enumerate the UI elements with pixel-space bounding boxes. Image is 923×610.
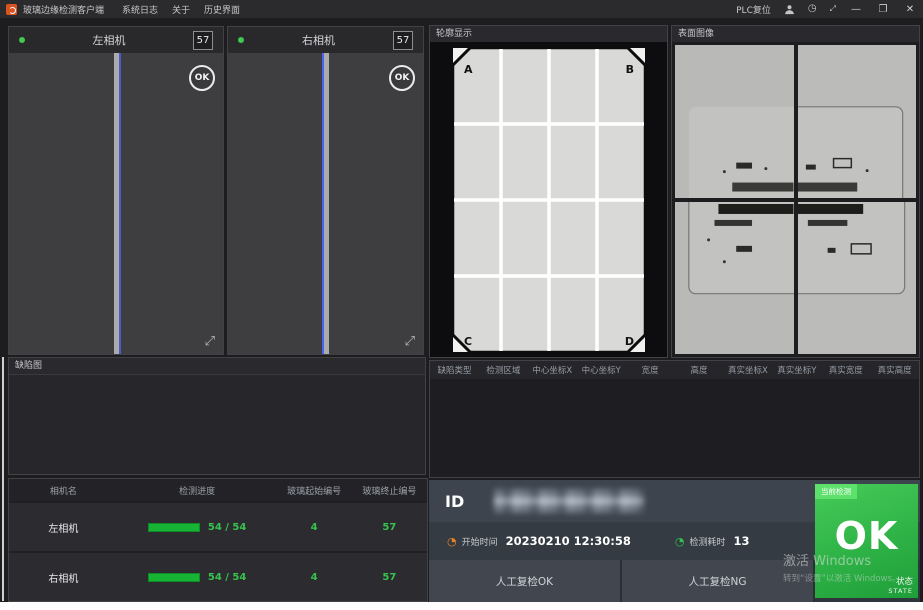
contour-panel: 轮廓显示: [429, 25, 668, 358]
camera-name-cell: 右相机: [9, 570, 118, 585]
surface-panel-title: 表面图像: [672, 26, 919, 42]
surface-panel: 表面图像: [671, 25, 920, 358]
left-camera-image[interactable]: OK ⤢: [9, 53, 223, 354]
camera-name: 左相机: [25, 32, 193, 48]
surface-image-bottom-right[interactable]: [798, 202, 917, 355]
progress-table-panel: 相机名 检测进度 玻璃起始编号 玻璃终止编号 左相机 54 / 54 4 57 …: [8, 478, 428, 602]
user-icon[interactable]: [784, 4, 795, 15]
start-time-label: 开始时间: [462, 535, 498, 548]
progress-bar: [148, 523, 200, 532]
state-label: 状态 STATE: [888, 578, 913, 595]
elapsed-value: 13: [733, 534, 749, 548]
col-progress: 检测进度: [118, 484, 277, 497]
elapsed-clock-icon: ◔: [675, 535, 685, 548]
col-detect-area: 检测区域: [479, 364, 528, 376]
minimize-button[interactable]: —: [849, 4, 863, 15]
defect-image-list[interactable]: [9, 374, 425, 474]
camera-name: 右相机: [244, 32, 393, 48]
col-glass-start: 玻璃起始编号: [277, 484, 352, 497]
defect-image-title: 缺陷图: [9, 358, 425, 374]
manual-recheck-ng-button[interactable]: 人工复检NG: [622, 560, 815, 602]
camera-count: 57: [193, 31, 213, 50]
current-inspection-badge: 当前检测: [815, 484, 857, 499]
clock-icon[interactable]: ◷: [808, 4, 817, 14]
desktop-background-strip: [0, 602, 923, 610]
manual-recheck-ok-button[interactable]: 人工复检OK: [429, 560, 622, 602]
corner-label-c: C: [464, 335, 472, 348]
col-center-x: 中心坐标X: [528, 364, 577, 376]
menu-about[interactable]: 关于: [172, 3, 190, 16]
glass-end-cell: 57: [352, 572, 427, 583]
defect-table-body[interactable]: [430, 379, 919, 477]
defect-table-panel: 缺陷类型 检测区域 中心坐标X 中心坐标Y 宽度 高度 真实坐标X 真实坐标Y …: [429, 360, 920, 478]
corner-label-a: A: [464, 63, 473, 76]
surface-image-top-left[interactable]: [675, 45, 794, 198]
progress-value: 54 / 54: [208, 572, 246, 583]
col-real-width: 真实宽度: [821, 364, 870, 376]
camera-count: 57: [393, 31, 413, 50]
glass-start-cell: 4: [277, 572, 352, 583]
camera-name-cell: 左相机: [9, 520, 118, 535]
title-bar: 玻璃边缘检测客户端 系统日志 关于 历史界面 PLC复位 ◷ ⤢ — ❐ ✕: [0, 0, 923, 18]
contour-display: A B C D: [430, 42, 667, 357]
right-camera-header: 右相机 57: [228, 27, 423, 53]
surface-image-bottom-left[interactable]: [675, 202, 794, 355]
table-row: 左相机 54 / 54 4 57: [9, 503, 427, 551]
right-camera-panel: 右相机 57 OK ⤢: [227, 26, 424, 355]
col-width: 宽度: [626, 364, 675, 376]
right-camera-image[interactable]: OK ⤢: [228, 53, 423, 354]
left-camera-header: 左相机 57: [9, 27, 223, 53]
menu-system-log[interactable]: 系统日志: [122, 3, 158, 16]
app-window: 玻璃边缘检测客户端 系统日志 关于 历史界面 PLC复位 ◷ ⤢ — ❐ ✕ 左…: [0, 0, 923, 602]
elapsed-label: 检测耗时: [689, 535, 725, 548]
camera-result-badge: OK: [389, 65, 415, 91]
id-label: ID: [445, 492, 464, 511]
result-ok-text: OK: [815, 514, 918, 558]
close-button[interactable]: ✕: [903, 4, 917, 15]
plc-reset-label[interactable]: PLC复位: [736, 3, 771, 16]
col-real-x: 真实坐标X: [723, 364, 772, 376]
start-time-value: 20230210 12:30:58: [506, 534, 631, 548]
col-real-y: 真实坐标Y: [772, 364, 821, 376]
col-center-y: 中心坐标Y: [577, 364, 626, 376]
defect-table-header: 缺陷类型 检测区域 中心坐标X 中心坐标Y 宽度 高度 真实坐标X 真实坐标Y …: [430, 361, 919, 379]
left-camera-panel: 左相机 57 OK ⤢: [8, 26, 224, 355]
corner-label-d: D: [624, 335, 633, 348]
col-height: 高度: [675, 364, 724, 376]
glass-edge-strip: [114, 53, 119, 354]
col-defect-type: 缺陷类型: [430, 364, 479, 376]
progress-table-header: 相机名 检测进度 玻璃起始编号 玻璃终止编号: [9, 479, 427, 501]
defect-image-panel: 缺陷图: [8, 357, 426, 475]
glass-contour-graphic: A B C D: [450, 45, 648, 355]
result-panel: ID ◔ 开始时间 20230210 12:30:58 ◔ 检测耗时 13 人工…: [429, 480, 920, 602]
state-label-en: STATE: [888, 588, 913, 595]
glass-end-cell: 57: [352, 522, 427, 533]
app-title: 玻璃边缘检测客户端: [23, 3, 104, 16]
inspection-result-panel: 当前检测 OK 状态 STATE: [815, 484, 918, 598]
contour-panel-title: 轮廓显示: [430, 26, 667, 42]
table-row: 右相机 54 / 54 4 57: [9, 553, 427, 601]
id-value-redacted: [494, 489, 644, 513]
restore-button[interactable]: ❐: [876, 4, 890, 15]
scrollbar[interactable]: [2, 357, 4, 601]
progress-bar: [148, 573, 200, 582]
menu-history[interactable]: 历史界面: [204, 3, 240, 16]
start-time-clock-icon: ◔: [447, 535, 457, 548]
scale-icon[interactable]: ⤢: [830, 4, 836, 14]
col-glass-end: 玻璃终止编号: [352, 484, 427, 497]
corner-label-b: B: [625, 63, 633, 76]
camera-result-badge: OK: [189, 65, 215, 91]
expand-icon[interactable]: ⤢: [405, 335, 415, 348]
col-real-height: 真实高度: [870, 364, 919, 376]
expand-icon[interactable]: ⤢: [205, 335, 215, 348]
surface-image-top-right[interactable]: [798, 45, 917, 198]
progress-value: 54 / 54: [208, 522, 246, 533]
surface-image-grid: [672, 42, 919, 357]
manual-review-buttons: 人工复检OK 人工复检NG: [429, 560, 817, 602]
glass-start-cell: 4: [277, 522, 352, 533]
app-logo-icon: [6, 4, 17, 15]
glass-edge-strip: [324, 53, 329, 354]
col-camera-name: 相机名: [9, 484, 118, 497]
